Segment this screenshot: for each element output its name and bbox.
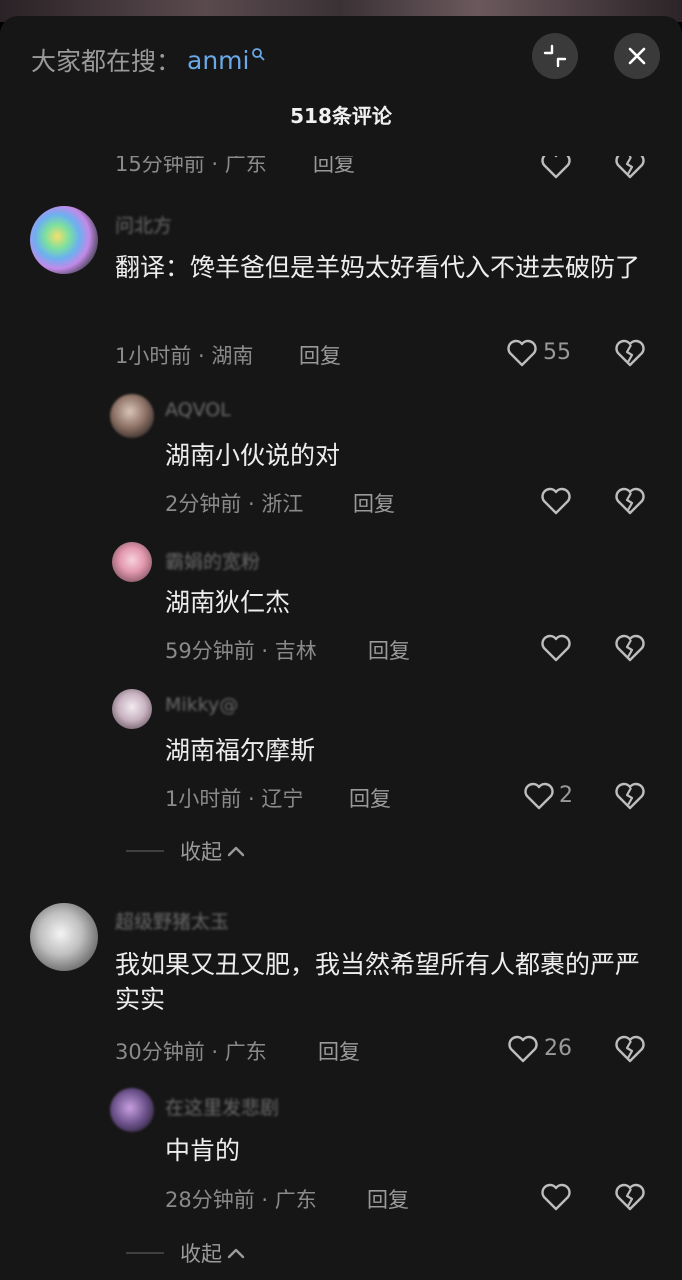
collapse-icon: [543, 44, 567, 68]
reply-meta: 59分钟前 · 吉林: [165, 639, 317, 663]
collapse-replies-button[interactable]: 收起: [126, 836, 246, 866]
search-prefix: 大家都在搜：: [31, 47, 182, 76]
reply-meta: 28分钟前 · 广东: [165, 1188, 317, 1212]
broken-heart-icon[interactable]: [614, 1034, 646, 1064]
reply-author[interactable]: AQVOL: [165, 399, 231, 421]
heart-icon[interactable]: [540, 633, 572, 663]
reply-button[interactable]: 回复: [368, 635, 410, 665]
comment-author[interactable]: 问北方: [115, 211, 172, 238]
search-icon: [252, 48, 266, 61]
broken-heart-icon[interactable]: [614, 486, 646, 516]
like-count: 2: [559, 783, 573, 808]
comment-meta: 15分钟前 · 广东: [115, 152, 267, 176]
heart-icon[interactable]: [507, 1034, 539, 1064]
reply-author[interactable]: 霸娟的宽粉: [165, 547, 260, 574]
broken-heart-icon[interactable]: [614, 781, 646, 811]
reply-text: 湖南小伙说的对: [165, 441, 341, 470]
comment-count-title: 518条评论: [290, 104, 392, 128]
avatar[interactable]: [30, 206, 98, 274]
heart-icon[interactable]: [540, 1182, 572, 1212]
divider: [126, 1252, 164, 1254]
collapse-replies-button[interactable]: 收起: [126, 1238, 246, 1268]
reply-text: 中肯的: [165, 1136, 241, 1165]
close-button[interactable]: [614, 33, 660, 79]
avatar[interactable]: [110, 394, 154, 438]
reply-author[interactable]: Mikky@: [165, 694, 238, 716]
reply-text: 湖南福尔摩斯: [165, 736, 316, 765]
comment-text: 翻译：馋羊爸但是羊妈太好看代入不进去破防了: [115, 253, 641, 282]
comment-author[interactable]: 超级野猪太玉: [115, 907, 229, 934]
search-suggestion[interactable]: 大家都在搜： anmi: [31, 40, 266, 80]
chevron-up-icon: [227, 1248, 245, 1259]
broken-heart-icon[interactable]: [614, 1182, 646, 1212]
divider: [126, 850, 164, 852]
reply-text: 湖南狄仁杰: [165, 588, 291, 617]
heart-icon[interactable]: [540, 150, 572, 180]
reply-button[interactable]: 回复: [318, 1036, 360, 1066]
reply-button[interactable]: 回复: [353, 488, 395, 518]
broken-heart-icon[interactable]: [614, 150, 646, 180]
close-icon: [628, 47, 646, 65]
comment-text: 我如果又丑又肥，我当然希望所有人都裹的严严实实: [115, 950, 641, 1014]
reply-author[interactable]: 在这里发悲剧: [165, 1093, 279, 1120]
avatar[interactable]: [110, 1088, 154, 1132]
broken-heart-icon[interactable]: [614, 633, 646, 663]
heart-icon[interactable]: [540, 486, 572, 516]
comment-meta: 1小时前 · 湖南: [115, 344, 254, 368]
comment-meta: 30分钟前 · 广东: [115, 1040, 267, 1064]
reply-button[interactable]: 回复: [313, 156, 355, 178]
collapse-label: 收起: [180, 1242, 222, 1266]
heart-icon[interactable]: [523, 781, 555, 811]
reply-button[interactable]: 回复: [367, 1184, 409, 1214]
search-term-link[interactable]: anmi: [187, 46, 249, 75]
avatar[interactable]: [112, 542, 152, 582]
like-count: 55: [543, 340, 571, 365]
reply-meta: 2分钟前 · 浙江: [165, 492, 304, 516]
heart-icon[interactable]: [506, 338, 538, 368]
avatar[interactable]: [112, 689, 152, 729]
collapse-label: 收起: [180, 840, 222, 864]
avatar[interactable]: [30, 903, 98, 971]
broken-heart-icon[interactable]: [614, 338, 646, 368]
collapse-button[interactable]: [532, 33, 578, 79]
like-count: 26: [544, 1036, 572, 1061]
reply-button[interactable]: 回复: [299, 340, 341, 370]
reply-button[interactable]: 回复: [349, 783, 391, 813]
chevron-up-icon: [227, 846, 245, 857]
comments-sheet: 大家都在搜： anmi 518条评论 15分钟前 · 广东 回复 问北方 翻译：…: [0, 16, 682, 1280]
reply-meta: 1小时前 · 辽宁: [165, 787, 304, 811]
